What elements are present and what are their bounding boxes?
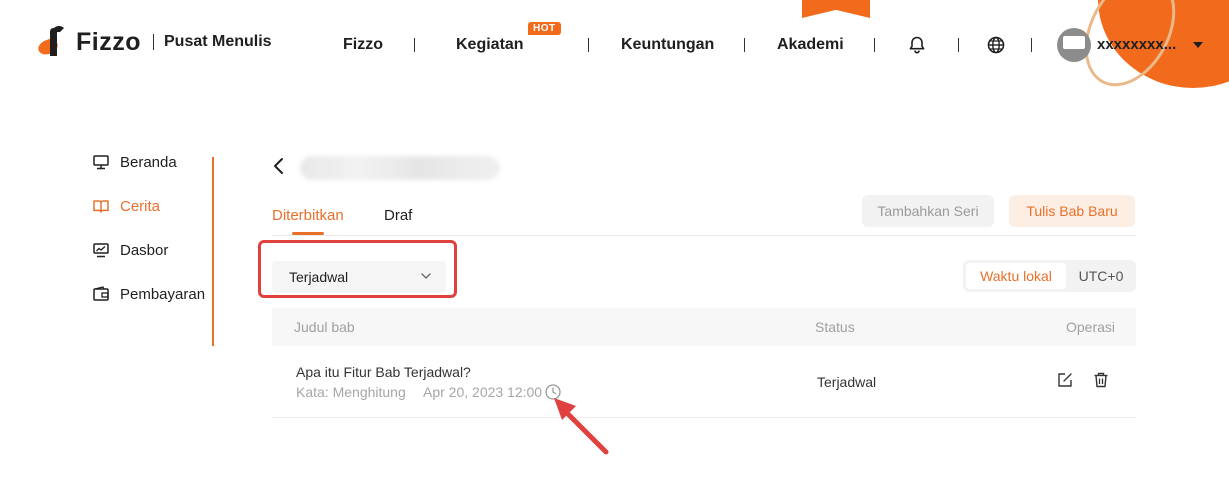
table-row: Apa itu Fitur Bab Terjadwal? Kata: Mengh… — [272, 346, 1136, 418]
nav-divider — [744, 38, 745, 52]
timezone-utc-option[interactable]: UTC+0 — [1069, 263, 1133, 289]
sidebar-item-beranda[interactable]: Beranda — [92, 153, 177, 171]
sidebar-item-label: Beranda — [120, 153, 177, 171]
edit-icon[interactable] — [1056, 371, 1074, 389]
nav-keuntungan[interactable]: Keuntungan — [621, 36, 714, 54]
nav-divider — [958, 38, 959, 52]
nav-divider — [1031, 38, 1032, 52]
chapter-title[interactable]: Apa itu Fitur Bab Terjadwal? — [296, 364, 471, 380]
scheduled-time: Apr 20, 2023 12:00 — [423, 384, 543, 400]
nav-divider — [588, 38, 589, 52]
hot-badge: HOT — [528, 22, 561, 35]
book-icon — [93, 200, 109, 213]
fizzo-logo-icon — [36, 26, 70, 58]
column-header-status: Status — [815, 319, 855, 335]
nav-fizzo[interactable]: Fizzo — [343, 36, 383, 54]
avatar[interactable] — [1057, 28, 1091, 62]
new-chapter-button[interactable]: Tulis Bab Baru — [1009, 195, 1135, 227]
timezone-local-option[interactable]: Waktu lokal — [966, 263, 1066, 289]
wallet-icon — [93, 286, 109, 301]
column-header-title: Judul bab — [294, 319, 355, 335]
back-arrow-icon[interactable] — [270, 155, 288, 177]
nav-akademi[interactable]: Akademi — [777, 36, 844, 54]
bell-icon[interactable] — [907, 35, 927, 55]
table-header: Judul bab Status Operasi — [272, 308, 1136, 346]
logo-divider — [153, 34, 154, 50]
tab-draf[interactable]: Draf — [384, 207, 412, 224]
sidebar-item-label: Dasbor — [120, 241, 169, 259]
dashboard-icon — [93, 243, 109, 258]
add-series-button[interactable]: Tambahkan Seri — [862, 195, 994, 227]
word-count: Kata: Menghitung — [296, 384, 406, 400]
status-badge: Terjadwal — [817, 374, 877, 390]
brand-subtitle: Pusat Menulis — [164, 33, 272, 50]
logo[interactable]: Fizzo Pusat Menulis — [36, 26, 272, 58]
annotation-highlight-box — [258, 240, 457, 298]
nav-divider — [874, 38, 875, 52]
nav-divider — [414, 38, 415, 52]
blurred-story-title — [300, 156, 500, 180]
sidebar-item-label: Cerita — [120, 197, 161, 215]
nav-kegiatan[interactable]: Kegiatan — [456, 36, 524, 54]
sidebar-item-dasbor[interactable]: Dasbor — [92, 241, 168, 259]
top-header: Fizzo Pusat Menulis Fizzo Kegiatan HOT K… — [0, 0, 1229, 90]
column-header-operation: Operasi — [1066, 319, 1116, 335]
brand-name: Fizzo — [76, 27, 141, 56]
trash-icon[interactable] — [1092, 371, 1110, 389]
sidebar-divider — [212, 157, 214, 346]
sidebar-item-cerita[interactable]: Cerita — [92, 197, 160, 215]
sidebar-item-pembayaran[interactable]: Pembayaran — [92, 285, 205, 303]
sidebar-item-label: Pembayaran — [120, 285, 206, 303]
tab-divider — [272, 235, 1136, 236]
annotation-arrow-icon — [554, 398, 609, 455]
chevron-down-icon[interactable] — [1193, 42, 1203, 48]
monitor-icon — [93, 155, 109, 170]
username[interactable]: xxxxxxxx... — [1097, 36, 1176, 53]
globe-icon[interactable] — [986, 35, 1006, 55]
tab-diterbitkan[interactable]: Diterbitkan — [272, 207, 344, 224]
timezone-toggle: Waktu lokal UTC+0 — [963, 260, 1136, 292]
